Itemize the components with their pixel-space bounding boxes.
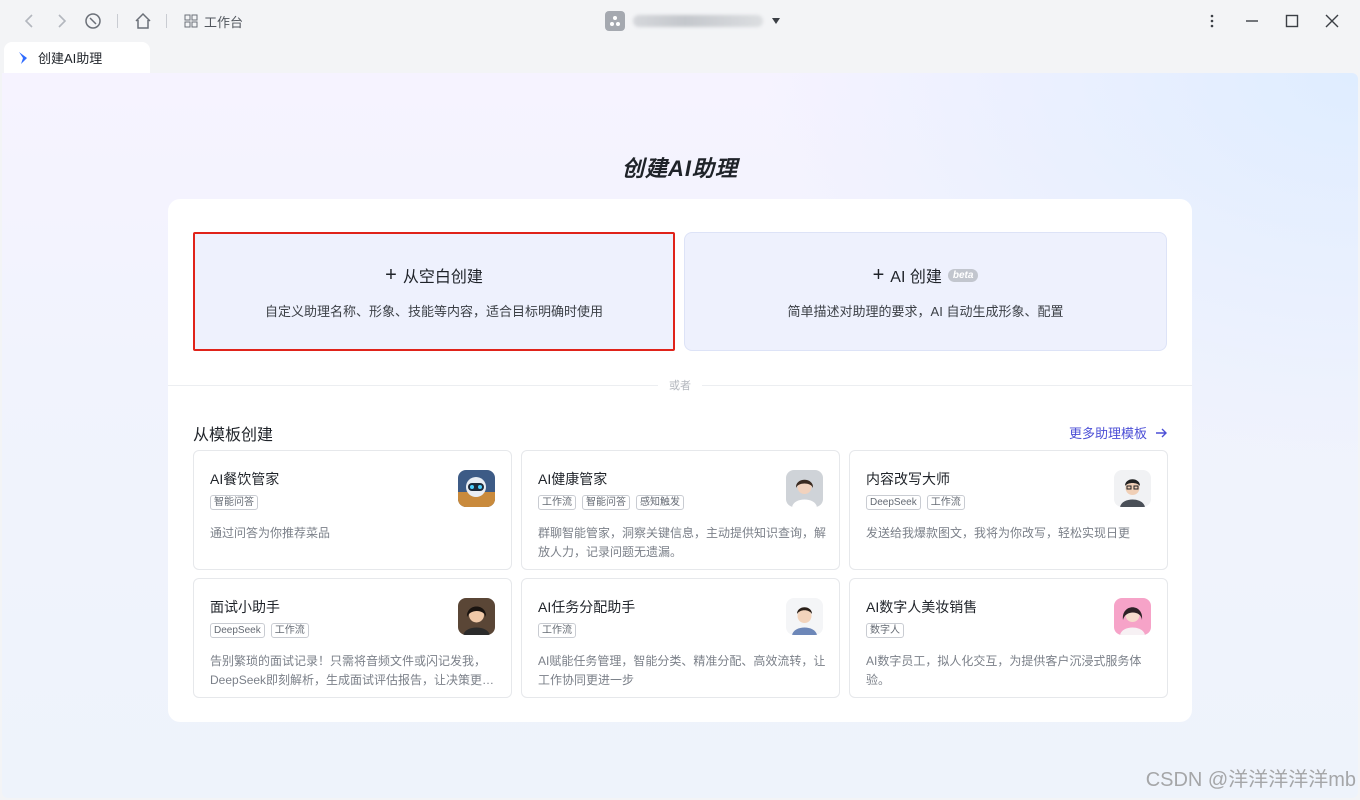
template-desc: AI数字员工，拟人化交互，为提供客户沉浸式服务体验。	[866, 654, 1142, 687]
plus-icon: +	[385, 264, 397, 286]
template-tag: 智能问答	[210, 495, 258, 510]
template-tag: DeepSeek	[210, 623, 265, 638]
grid-icon	[184, 14, 198, 28]
beta-badge: beta	[947, 268, 979, 282]
template-desc: AI赋能任务管理，智能分类、精准分配、高效流转，让工作协同更进一步	[538, 654, 826, 687]
minimize-icon[interactable]	[1242, 11, 1262, 31]
template-name: 内容改写大师	[866, 471, 950, 487]
template-desc: 群聊智能管家，洞察关键信息，主动提供知识查询，解放人力，记录问题无遗漏。	[538, 526, 827, 559]
template-card[interactable]: AI健康管家 工作流 智能问答 感知触发 群聊智能管家，洞察关键信息，主动提供知…	[521, 450, 840, 570]
template-name: AI数字人美妆销售	[866, 599, 978, 615]
back-icon[interactable]	[20, 11, 40, 31]
template-card[interactable]: AI任务分配助手 工作流 AI赋能任务管理，智能分类、精准分配、高效流转，让工作…	[521, 578, 840, 698]
more-menu-icon[interactable]	[1202, 11, 1222, 31]
main-content: 创建AI助理 + 从空白创建 自定义助理名称、形象、技能等内容，适合目标明确时使…	[2, 73, 1358, 798]
home-icon[interactable]	[133, 11, 153, 31]
template-desc: 发送给我爆款图文，我将为你改写，轻松实现日更	[866, 526, 1131, 540]
create-from-blank-title: 从空白创建	[402, 269, 483, 286]
template-name: AI健康管家	[538, 471, 608, 487]
template-name: AI餐饮管家	[210, 471, 280, 487]
template-tag: DeepSeek	[866, 495, 921, 510]
template-name: AI任务分配助手	[538, 599, 636, 615]
template-card[interactable]: 内容改写大师 DeepSeek 工作流 发送给我爆款图文，我将为你改写，轻松实现…	[849, 450, 1168, 570]
ai-create-desc: 简单描述对助理的要求，AI 自动生成形象、配置	[787, 304, 1064, 319]
tab-label: 创建AI助理	[38, 51, 103, 66]
doctor-avatar	[786, 470, 823, 507]
robot-avatar	[458, 470, 495, 507]
create-from-blank-desc: 自定义助理名称、形象、技能等内容，适合目标明确时使用	[264, 304, 603, 319]
plus-icon: +	[872, 264, 885, 286]
tab-bar: 创建AI助理	[0, 42, 1360, 73]
toolbar-separator	[166, 14, 167, 28]
divider-label: 或者	[658, 377, 702, 393]
organization-name-redacted	[633, 15, 763, 27]
assistant-logo-icon	[19, 51, 27, 64]
maximize-icon[interactable]	[1282, 11, 1302, 31]
sales-avatar	[1114, 598, 1151, 635]
workbench-label: 工作台	[204, 14, 244, 30]
more-templates-label: 更多助理模板	[1068, 426, 1147, 441]
template-name: 面试小助手	[210, 599, 280, 615]
template-card[interactable]: AI数字人美妆销售 数字人 AI数字员工，拟人化交互，为提供客户沉浸式服务体验。	[849, 578, 1168, 698]
organization-switcher[interactable]	[605, 10, 781, 32]
create-from-blank-card[interactable]: + 从空白创建 自定义助理名称、形象、技能等内容，适合目标明确时使用	[193, 232, 675, 351]
template-desc: 通过问答为你推荐菜品	[210, 526, 331, 540]
more-templates-link[interactable]: 更多助理模板	[1069, 423, 1167, 442]
toolbar-separator	[117, 14, 118, 28]
close-icon[interactable]	[1322, 11, 1342, 31]
template-card[interactable]: AI餐饮管家 智能问答 通过问答为你推荐菜品	[193, 450, 512, 570]
assistant-avatar	[786, 598, 823, 635]
arrow-right-icon	[1156, 428, 1167, 437]
template-tag: 工作流	[538, 623, 576, 638]
caret-down-icon	[772, 18, 780, 24]
ai-create-title: AI 创建	[890, 269, 942, 286]
templates-section-title: 从模板创建	[193, 427, 274, 444]
template-tag: 感知触发	[636, 495, 684, 510]
template-desc: 告别繁琐的面试记录！只需将音频文件或闪记发我，DeepSeek即刻解析，生成面试…	[210, 654, 495, 687]
interviewer-avatar	[458, 598, 495, 635]
title-bar: 工作台	[0, 0, 1360, 42]
writer-avatar	[1114, 470, 1151, 507]
page-title: 创建AI助理	[621, 156, 738, 181]
organization-icon	[605, 11, 625, 31]
workbench-button[interactable]: 工作台	[184, 12, 243, 30]
create-panel: + 从空白创建 自定义助理名称、形象、技能等内容，适合目标明确时使用 + AI …	[168, 199, 1192, 722]
template-tag: 工作流	[538, 495, 576, 510]
template-tag: 数字人	[866, 623, 904, 638]
forward-icon[interactable]	[51, 11, 71, 31]
ai-create-card[interactable]: + AI 创建 beta 简单描述对助理的要求，AI 自动生成形象、配置	[684, 232, 1167, 351]
template-card[interactable]: 面试小助手 DeepSeek 工作流 告别繁琐的面试记录！只需将音频文件或闪记发…	[193, 578, 512, 698]
tab-create-ai-assistant[interactable]: 创建AI助理	[4, 42, 150, 73]
refresh-icon[interactable]	[83, 11, 103, 31]
template-tag: 智能问答	[582, 495, 630, 510]
template-tag: 工作流	[926, 495, 965, 510]
watermark: CSDN @洋洋洋洋洋mb	[1145, 769, 1356, 791]
template-tag: 工作流	[270, 623, 309, 638]
